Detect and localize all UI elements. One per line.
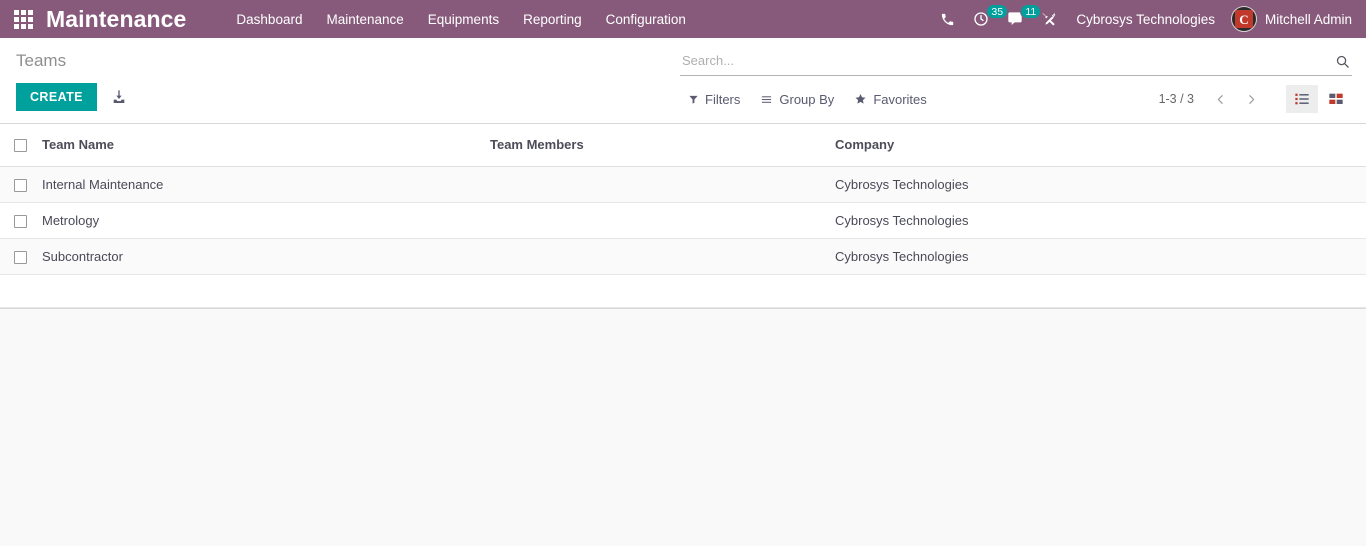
row-select-cell	[0, 166, 42, 203]
import-records-button[interactable]	[103, 85, 135, 109]
phone-button[interactable]	[931, 0, 964, 38]
filter-funnel-icon	[689, 95, 698, 104]
activity-button[interactable]: 35	[964, 0, 1009, 38]
groupby-label: Group By	[779, 91, 835, 107]
pager-previous-button[interactable]	[1206, 90, 1235, 109]
cell-team-name: Metrology	[42, 202, 490, 239]
table-row[interactable]: Metrology Cybrosys Technologies	[0, 202, 1366, 239]
cell-team-name: Subcontractor	[42, 238, 490, 275]
select-all-header	[0, 124, 42, 167]
star-icon	[855, 94, 866, 104]
menu-item-equipments[interactable]: Equipments	[416, 2, 511, 37]
table-header-row: Team Name Team Members Company	[0, 124, 1366, 167]
favorites-dropdown[interactable]: Favorites	[846, 87, 934, 112]
teams-table: Team Name Team Members Company Internal …	[0, 124, 1366, 308]
filters-dropdown[interactable]: Filters	[680, 87, 748, 112]
avatar-logo-letter: C	[1234, 10, 1253, 28]
user-name-label: Mitchell Admin	[1264, 11, 1352, 27]
app-brand-title[interactable]: Maintenance	[46, 6, 186, 33]
avatar: C	[1230, 6, 1257, 32]
control-panel-right: Filters Group By Favorites	[680, 38, 1366, 114]
company-switcher[interactable]: Cybrosys Technologies	[1066, 12, 1229, 27]
list-view-container: Team Name Team Members Company Internal …	[0, 124, 1366, 309]
control-panel-actions: CREATE	[16, 83, 656, 111]
search-bar[interactable]	[680, 50, 1352, 76]
main-menu: Dashboard Maintenance Equipments Reporti…	[224, 2, 698, 37]
kanban-view-icon	[1329, 93, 1343, 104]
view-switcher	[1286, 85, 1352, 113]
cell-team-members	[490, 202, 835, 239]
pager-and-views: 1-3 / 3	[1159, 85, 1352, 113]
list-view-icon	[1295, 93, 1309, 105]
top-navbar: Maintenance Dashboard Maintenance Equipm…	[0, 0, 1366, 38]
table-empty-filler-row	[0, 274, 1366, 308]
row-select-cell	[0, 238, 42, 275]
groupby-dropdown[interactable]: Group By	[752, 87, 842, 112]
cell-team-members	[490, 238, 835, 275]
menu-item-configuration[interactable]: Configuration	[594, 2, 698, 37]
column-header-team-name[interactable]: Team Name	[42, 124, 490, 167]
column-header-team-members[interactable]: Team Members	[490, 124, 835, 167]
group-by-lines-icon	[762, 95, 772, 103]
search-submit-button[interactable]	[1331, 54, 1352, 72]
apps-grid-icon	[13, 9, 33, 29]
control-panel-left: Teams CREATE	[16, 38, 656, 111]
breadcrumb: Teams	[16, 51, 67, 70]
menu-item-maintenance[interactable]: Maintenance	[314, 2, 415, 37]
control-panel: Teams CREATE Search... Filters Group By …	[0, 38, 1366, 124]
cell-company: Cybrosys Technologies	[835, 166, 1366, 203]
cell-team-name: Internal Maintenance	[42, 166, 490, 203]
favorites-label: Favorites	[873, 91, 927, 107]
cell-company: Cybrosys Technologies	[835, 202, 1366, 239]
table-row[interactable]: Internal Maintenance Cybrosys Technologi…	[0, 166, 1366, 203]
apps-menu-toggle[interactable]	[0, 0, 46, 38]
table-row[interactable]: Subcontractor Cybrosys Technologies	[0, 238, 1366, 275]
column-header-company[interactable]: Company	[835, 124, 1366, 167]
search-magnifier-icon	[1336, 55, 1349, 68]
menu-item-reporting[interactable]: Reporting	[511, 2, 594, 37]
kanban-view-button[interactable]	[1320, 85, 1352, 113]
row-checkbox[interactable]	[14, 178, 27, 192]
page-background	[0, 308, 1366, 546]
user-menu[interactable]: C Mitchell Admin	[1229, 6, 1358, 32]
control-panel-toolbar: Filters Group By Favorites 1-3 / 3	[680, 84, 1352, 114]
menu-item-dashboard[interactable]: Dashboard	[224, 2, 314, 37]
list-view-button[interactable]	[1286, 85, 1318, 113]
navbar-right-tools: 35 11 Cybrosys Technologies C Mitchell A…	[931, 0, 1366, 38]
messages-button[interactable]: 11	[998, 0, 1042, 38]
pager-next-button[interactable]	[1237, 90, 1266, 109]
chevron-left-icon	[1217, 94, 1223, 104]
phone-icon	[942, 13, 954, 25]
table-header: Team Name Team Members Company	[0, 124, 1366, 167]
import-download-icon	[113, 90, 125, 103]
search-dropdowns: Filters Group By Favorites	[680, 87, 935, 112]
row-select-cell	[0, 202, 42, 239]
search-input[interactable]	[680, 53, 1331, 72]
cell-team-members	[490, 166, 835, 203]
pager-range: 1-3 / 3	[1158, 92, 1194, 106]
wrench-screwdriver-icon	[1042, 12, 1056, 26]
cell-company: Cybrosys Technologies	[835, 238, 1366, 275]
table-body: Internal Maintenance Cybrosys Technologi…	[0, 166, 1366, 308]
developer-tools-button[interactable]	[1032, 0, 1066, 38]
create-button[interactable]: CREATE	[16, 83, 97, 111]
filters-label: Filters	[705, 91, 741, 107]
row-checkbox[interactable]	[14, 250, 27, 264]
chevron-right-icon	[1249, 94, 1255, 104]
select-all-checkbox[interactable]	[14, 139, 27, 153]
row-checkbox[interactable]	[14, 214, 27, 228]
